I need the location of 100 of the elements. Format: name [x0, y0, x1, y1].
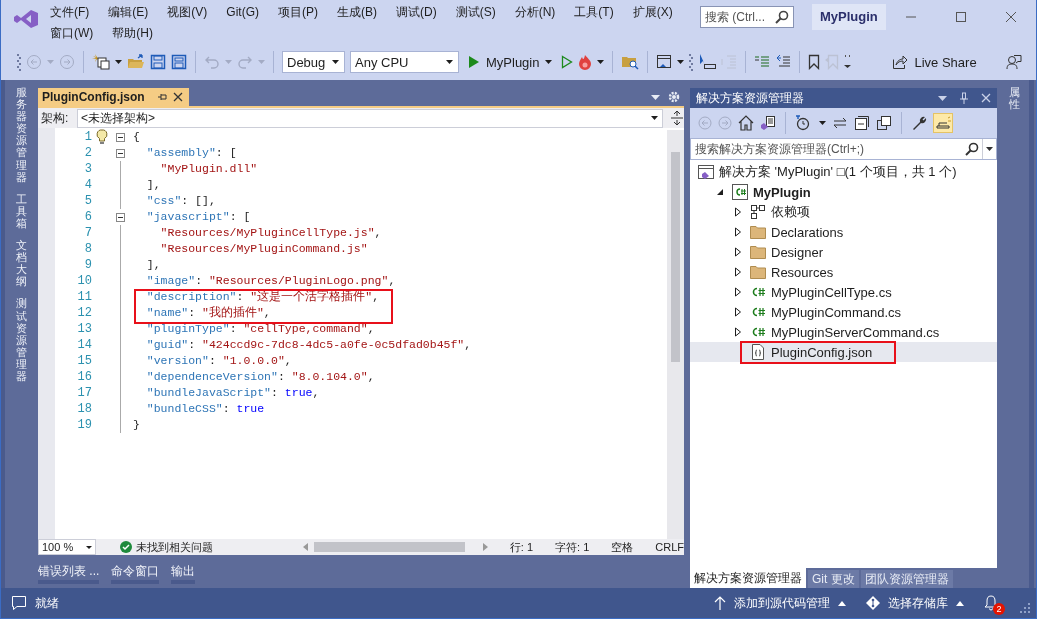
menu-item[interactable]: 视图(V)	[165, 2, 210, 23]
collapse-icon[interactable]	[115, 148, 125, 158]
overflow-icon[interactable]	[844, 55, 852, 69]
document-tab[interactable]: PluginConfig.json	[38, 88, 189, 106]
tree-item[interactable]: Resources	[690, 262, 997, 282]
panel-tab[interactable]: 命令窗口	[111, 563, 160, 584]
tree-item[interactable]: MyPluginServerCommand.cs	[690, 322, 997, 342]
collapsed-arrow-icon[interactable]	[734, 267, 742, 277]
live-share-button[interactable]: Live Share	[888, 51, 981, 73]
source-control-button[interactable]: 添加到源代码管理	[714, 594, 846, 612]
bookmark-icon[interactable]	[808, 54, 821, 70]
line-indicator[interactable]: 行: 1	[509, 539, 534, 555]
menu-item[interactable]: 调试(D)	[394, 2, 439, 23]
scope-dropdown[interactable]: <未选择架构>	[77, 108, 663, 128]
expanded-arrow-icon[interactable]	[716, 188, 724, 196]
menu-item[interactable]: 工具(T)	[572, 2, 616, 23]
panel-tab[interactable]: 错误列表 ...	[38, 563, 100, 584]
caret-icon[interactable]	[677, 60, 685, 64]
wrench-icon[interactable]	[911, 115, 927, 131]
menu-item[interactable]: 编辑(E)	[106, 2, 151, 23]
collapsed-arrow-icon[interactable]	[734, 247, 742, 257]
menu-item[interactable]: 扩展(X)	[630, 2, 675, 23]
tree-item[interactable]: 解决方案 'MyPlugin' □(1 个项目，共 1 个)	[690, 162, 997, 182]
menu-item[interactable]: 帮助(H)	[110, 23, 155, 44]
collapsed-arrow-icon[interactable]	[734, 327, 742, 337]
uncomment-lines-icon[interactable]	[775, 54, 792, 70]
menu-item[interactable]: 测试(S)	[453, 2, 498, 23]
lightbulb-icon[interactable]	[96, 129, 108, 145]
close-icon[interactable]	[1005, 11, 1017, 23]
caret-icon[interactable]	[115, 60, 122, 64]
menu-item[interactable]: 窗口(W)	[48, 23, 96, 44]
collapsed-arrow-icon[interactable]	[734, 287, 742, 297]
cursor-step-icon[interactable]	[698, 54, 717, 70]
solution-view-icon[interactable]	[760, 115, 776, 131]
horizontal-scrollbar[interactable]	[303, 541, 488, 553]
panel-tab[interactable]: 团队资源管理器	[860, 570, 953, 588]
side-tab[interactable]: 工具箱	[16, 192, 27, 230]
toolbar-grip-icon[interactable]	[689, 53, 694, 71]
feedback-icon[interactable]	[1005, 54, 1022, 70]
resize-grip-icon[interactable]	[1020, 603, 1030, 613]
indent-indicator[interactable]: 空格	[611, 539, 634, 555]
open-folder-icon[interactable]	[127, 54, 145, 70]
sync-icon[interactable]	[832, 115, 848, 131]
split-icon[interactable]	[671, 111, 683, 125]
side-tab[interactable]: 服务器资源管理器	[16, 86, 27, 183]
menu-item[interactable]: 分析(N)	[512, 2, 558, 23]
menu-item[interactable]: 文件(F)	[48, 2, 92, 23]
collapsed-arrow-icon[interactable]	[734, 207, 742, 217]
issues-status[interactable]: 未找到相关问题	[136, 539, 214, 555]
side-tab[interactable]: 文档大纲	[16, 239, 27, 288]
start-button[interactable]: MyPlugin	[464, 51, 557, 73]
tree-item[interactable]: MyPlugin	[690, 182, 997, 202]
configuration-dropdown[interactable]: Debug	[282, 51, 345, 73]
app-logo-icon[interactable]	[14, 9, 38, 29]
check-icon[interactable]	[120, 541, 133, 553]
save-icon[interactable]	[150, 54, 166, 70]
close-icon[interactable]	[172, 92, 183, 102]
panel-tab[interactable]: 解决方案资源管理器	[690, 568, 806, 588]
save-all-icon[interactable]	[171, 54, 187, 70]
caret-icon[interactable]	[819, 121, 826, 125]
window-icon[interactable]	[656, 54, 673, 70]
line-ending-indicator[interactable]: CRLF	[655, 541, 684, 553]
side-tab[interactable]: 测试资源管理器	[16, 297, 27, 383]
message-icon[interactable]	[11, 595, 27, 611]
settings-icon[interactable]	[668, 91, 680, 103]
new-project-icon[interactable]	[92, 54, 110, 70]
tree-item[interactable]: MyPluginCommand.cs	[690, 302, 997, 322]
collapse-icon[interactable]	[115, 212, 125, 222]
menu-item[interactable]: 生成(B)	[335, 2, 379, 23]
panel-tab[interactable]: Git 更改	[808, 570, 859, 588]
copy-windows-icon[interactable]	[876, 115, 892, 131]
zoom-dropdown[interactable]: 100 %	[38, 539, 97, 555]
collapsed-arrow-icon[interactable]	[734, 227, 742, 237]
tree-item[interactable]: 依赖项	[690, 202, 997, 222]
vertical-scrollbar[interactable]	[667, 128, 684, 539]
search-field[interactable]: 搜索 (Ctrl...	[700, 6, 794, 28]
toolbar-grip-icon[interactable]	[17, 53, 21, 71]
home-icon[interactable]	[738, 115, 754, 131]
notification-bell-icon[interactable]	[984, 595, 998, 611]
preview-icon[interactable]	[933, 113, 953, 133]
side-tab[interactable]: 属性	[1009, 86, 1020, 111]
collapsed-arrow-icon[interactable]	[734, 307, 742, 317]
maximize-icon[interactable]	[955, 11, 967, 23]
collapse-icon[interactable]	[115, 132, 125, 142]
menu-item[interactable]: 项目(P)	[276, 2, 320, 23]
tree-item[interactable]: Declarations	[690, 222, 997, 242]
folder-search-icon[interactable]	[621, 54, 640, 70]
repository-button[interactable]: 选择存储库	[866, 594, 964, 612]
tree-item[interactable]: MyPluginCellType.cs	[690, 282, 997, 302]
collapse-all-icon[interactable]	[854, 115, 870, 131]
search-field[interactable]: 搜索解决方案资源管理器(Ctrl+;)	[690, 138, 997, 160]
caret-icon[interactable]	[597, 60, 605, 64]
tree-item[interactable]: PluginConfig.json	[690, 342, 997, 362]
panel-tab[interactable]: 输出	[171, 563, 196, 584]
tree-item[interactable]: Designer	[690, 242, 997, 262]
comment-lines-icon[interactable]	[754, 54, 771, 70]
column-indicator[interactable]: 字符: 1	[555, 539, 590, 555]
pin-icon[interactable]	[156, 92, 167, 102]
menu-item[interactable]: Git(G)	[224, 2, 261, 23]
run-without-debugging-icon[interactable]	[561, 55, 574, 69]
